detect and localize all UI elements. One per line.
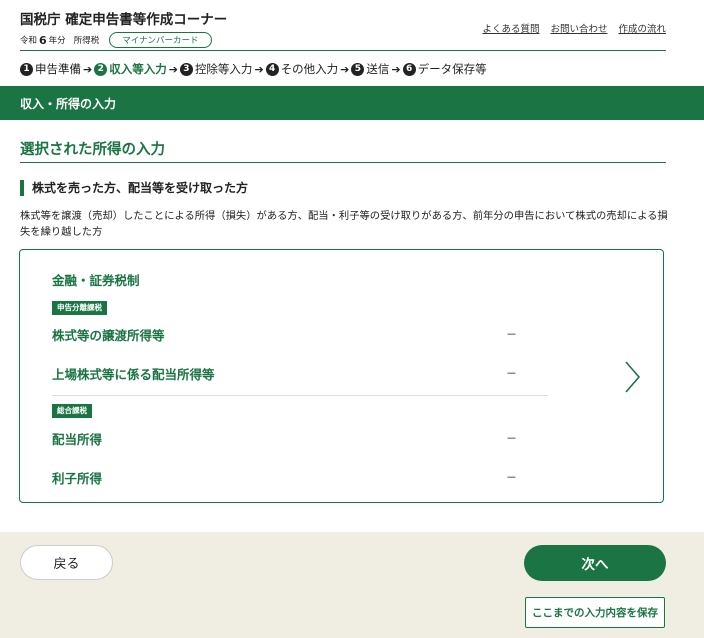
step-4: 4 その他入力: [265, 61, 339, 77]
group-title: 金融・証券税制: [52, 273, 140, 288]
step-number-icon: 5: [351, 62, 365, 76]
year-value: 6: [39, 33, 47, 47]
card-divider: [52, 395, 548, 396]
step-label: データ保存等: [417, 62, 487, 76]
contact-link[interactable]: お問い合わせ: [550, 21, 607, 35]
step-arrow-icon: ➔: [83, 62, 93, 76]
step-arrow-icon: ➔: [340, 62, 350, 76]
section-divider: [20, 162, 666, 163]
step-arrow-icon: ➔: [391, 62, 401, 76]
step-3: 3 控除等入力: [179, 61, 253, 77]
step-1: 1 申告準備: [20, 61, 81, 77]
section-title: 選択された所得の入力: [20, 142, 165, 158]
tax-type-label: 所得税: [73, 36, 100, 46]
row-value-interest: －: [506, 471, 517, 484]
separate-taxation-tag: 申告分離課税: [52, 301, 107, 315]
page-band: 収入・所得の入力: [0, 86, 704, 120]
page-title: 収入・所得の入力: [20, 97, 117, 111]
row-label-dividend: 配当所得: [52, 432, 103, 447]
step-arrow-icon: ➔: [168, 62, 178, 76]
site-title: 国税庁 確定申告書等作成コーナー: [20, 12, 228, 28]
flow-link[interactable]: 作成の流れ: [618, 21, 666, 35]
subsection-title: 株式を売った方、配当等を受け取った方: [20, 180, 248, 196]
row-value-listed-dividend: －: [506, 367, 517, 380]
footer-bar: 戻る 次へ ここまでの入力内容を保存: [0, 532, 704, 638]
step-number-icon: 2: [94, 62, 108, 76]
back-button[interactable]: 戻る: [20, 545, 113, 580]
step-number-icon: 1: [20, 62, 33, 76]
step-label: 控除等入力: [194, 62, 253, 76]
step-number-icon: 4: [265, 62, 279, 76]
row-label-stock-transfer: 株式等の譲渡所得等: [52, 328, 165, 343]
step-number-icon: 3: [179, 62, 193, 76]
step-number-icon: 6: [402, 62, 416, 76]
era-label: 令和: [20, 36, 38, 46]
year-suffix: 年分: [48, 36, 66, 46]
step-label: その他入力: [280, 62, 339, 76]
step-arrow-icon: ➔: [254, 62, 264, 76]
step-6: 6 データ保存等: [402, 61, 487, 77]
next-button[interactable]: 次へ: [524, 545, 666, 581]
mynumber-card-badge: マイナンバーカード: [109, 32, 212, 48]
row-value-stock-transfer: －: [506, 328, 517, 341]
step-5: 5 送信: [351, 61, 389, 77]
site-header: 国税庁 確定申告書等作成コーナー 令和 6 年分 所得税 マイナンバーカード よ…: [20, 8, 666, 50]
step-label: 送信: [366, 62, 390, 76]
faq-link[interactable]: よくある質問: [482, 21, 539, 35]
header-divider: [20, 50, 666, 51]
section-description: 株式等を譲渡（売却）したことによる所得（損失）がある方、配当・利子等の受け取りが…: [20, 210, 668, 238]
tax-year-info: 令和 6 年分 所得税 マイナンバーカード: [20, 32, 212, 48]
chevron-right-icon[interactable]: [624, 360, 642, 394]
step-label: 申告準備: [35, 62, 81, 76]
step-2: 2 収入等入力: [94, 61, 167, 77]
step-label: 収入等入力: [109, 62, 167, 76]
header-links: よくある質問 お問い合わせ 作成の流れ: [482, 21, 666, 35]
save-progress-button[interactable]: ここまでの入力内容を保存: [525, 597, 665, 628]
progress-steps: 1 申告準備 ➔ 2 収入等入力 ➔ 3 控除等入力 ➔ 4 その他入力 ➔ 5 送信 ➔…: [20, 61, 487, 77]
aggregate-taxation-tag: 総合課税: [52, 404, 92, 418]
row-label-listed-dividend: 上場株式等に係る配当所得等: [52, 367, 215, 382]
income-selection-card[interactable]: 金融・証券税制 申告分離課税 株式等の譲渡所得等 － 上場株式等に係る配当所得等…: [19, 249, 664, 503]
row-label-interest: 利子所得: [52, 471, 103, 486]
row-value-dividend: －: [506, 432, 517, 445]
